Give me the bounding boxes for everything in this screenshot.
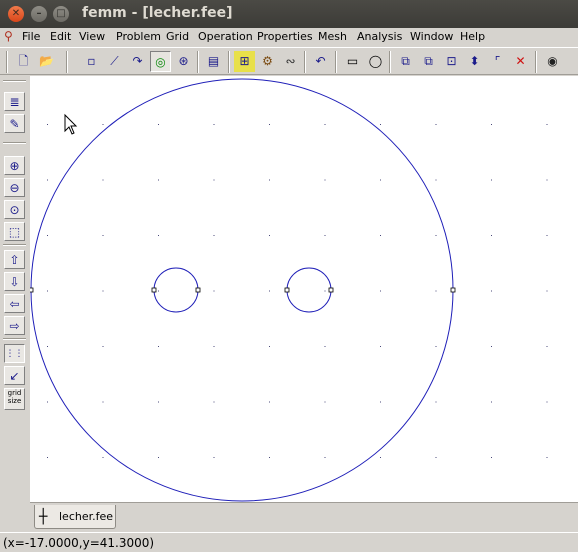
node-mode-icon[interactable]: ▫ (81, 51, 102, 72)
menu-bar: ⚲ File Edit View Problem Grid Operation … (0, 28, 578, 46)
left-toolbar: ≣ ✎ ⊕ ⊖ ⊙ ⬚ ⇧ ⇩ ⇦ ⇨ ⋮⋮ ↙ grid size (0, 76, 30, 502)
coordinate-readout: (x=-17.0000,y=41.3000) (3, 536, 155, 550)
app-pin-icon: ⚲ (4, 29, 13, 43)
document-tab-strip: ┼ lecher.fee (30, 502, 578, 530)
toolbar-separator (335, 51, 337, 73)
create-open-boundary-icon[interactable]: ◉ (542, 51, 563, 72)
view-results-icon[interactable]: ∾ (280, 51, 301, 72)
edit-props-icon[interactable]: ✎ (4, 114, 25, 133)
select-window-icon[interactable]: ▭ (342, 51, 363, 72)
mirror-icon[interactable]: ⬍ (464, 51, 485, 72)
menu-edit[interactable]: Edit (50, 30, 71, 43)
undo-icon[interactable]: ↶ (310, 51, 331, 72)
pan-left-icon[interactable]: ⇦ (4, 294, 25, 313)
geometry-view[interactable] (30, 76, 578, 502)
fillet-icon[interactable]: ⌜ (487, 51, 508, 72)
drawing-canvas[interactable] (30, 76, 578, 502)
menu-file[interactable]: File (22, 30, 40, 43)
arc-segment-mode-icon[interactable]: ↷ (127, 51, 148, 72)
mouse-cursor-icon (64, 113, 78, 135)
menu-analysis[interactable]: Analysis (357, 30, 402, 43)
pan-down-icon[interactable]: ⇩ (4, 272, 25, 291)
delete-icon[interactable]: ✕ (510, 51, 531, 72)
open-folder-icon[interactable]: 📂 (36, 51, 57, 72)
menu-problem[interactable]: Problem (116, 30, 161, 43)
window-close-button[interactable]: ✕ (8, 6, 24, 22)
geometry-node[interactable] (30, 287, 34, 293)
menu-window[interactable]: Window (410, 30, 453, 43)
toolbar-separator (389, 51, 391, 73)
window-maximize-button[interactable]: □ (53, 6, 69, 22)
menu-view[interactable]: View (79, 30, 105, 43)
geometry-node[interactable] (328, 287, 334, 293)
toolbar-separator (3, 338, 26, 340)
geometry-node[interactable] (284, 287, 290, 293)
toolbar-separator (6, 51, 8, 73)
menu-mesh[interactable]: Mesh (318, 30, 347, 43)
show-names-icon[interactable]: ≣ (4, 92, 25, 111)
toolbar-separator (535, 51, 537, 73)
tab-label: lecher.fee (59, 510, 114, 523)
toolbar-separator (304, 51, 306, 73)
geometry-node[interactable] (195, 287, 201, 293)
mesh-generate-icon[interactable]: ⊞ (234, 51, 255, 72)
tab-lecher-fee[interactable]: ┼ lecher.fee (34, 505, 116, 529)
toolbar-separator (66, 51, 68, 73)
geometry-node[interactable] (450, 287, 456, 293)
status-bar: (x=-17.0000,y=41.3000) (0, 532, 578, 552)
segment-mode-icon[interactable]: ⟋ (104, 51, 125, 72)
toolbar-separator (197, 51, 199, 73)
toolbar-separator (3, 80, 26, 82)
zoom-natural-icon[interactable]: ⊙ (4, 200, 25, 219)
menu-help[interactable]: Help (460, 30, 485, 43)
run-analysis-icon[interactable]: ⚙ (257, 51, 278, 72)
group-mode-icon[interactable]: ⊛ (173, 51, 194, 72)
toolbar-separator (3, 142, 26, 144)
snap-grid-icon[interactable]: ↙ (4, 366, 25, 385)
menu-grid[interactable]: Grid (166, 30, 189, 43)
block-label-mode-icon[interactable]: ◎ (150, 51, 171, 72)
window-title: femm - [lecher.fee] (82, 5, 233, 21)
copy-icon[interactable]: ⧉ (395, 51, 416, 72)
pan-up-icon[interactable]: ⇧ (4, 250, 25, 269)
grid-size-button[interactable]: grid size (4, 388, 25, 410)
document-icon: ┼ (39, 509, 48, 525)
main-toolbar: 🗋 📂 ▫ ⟋ ↷ ◎ ⊛ ▤ ⊞ ⚙ ∾ ↶ ▭ ◯ ⧉ ⧉ ⊡ ⬍ ⌜ ✕ … (0, 47, 578, 75)
select-radius-icon[interactable]: ◯ (365, 51, 386, 72)
menu-operation[interactable]: Operation (198, 30, 253, 43)
zoom-window-icon[interactable]: ⬚ (4, 222, 25, 241)
outer-boundary-arc[interactable] (30, 78, 454, 502)
zoom-out-icon[interactable]: ⊖ (4, 178, 25, 197)
scale-icon[interactable]: ⊡ (441, 51, 462, 72)
toolbar-separator (228, 51, 230, 73)
menu-properties[interactable]: Properties (257, 30, 313, 43)
window-minimize-button[interactable]: – (31, 6, 47, 22)
zoom-in-icon[interactable]: ⊕ (4, 156, 25, 175)
pan-right-icon[interactable]: ⇨ (4, 316, 25, 335)
show-grid-icon[interactable]: ⋮⋮ (4, 344, 25, 363)
new-file-icon[interactable]: 🗋 (13, 51, 34, 72)
geometry-node[interactable] (151, 287, 157, 293)
grid-dots (47, 124, 548, 458)
move-icon[interactable]: ⧉ (418, 51, 439, 72)
problem-definition-icon[interactable]: ▤ (203, 51, 224, 72)
title-bar: ✕ – □ femm - [lecher.fee] (0, 0, 578, 28)
toolbar-separator (3, 244, 26, 246)
left-conductor-arc[interactable] (153, 267, 199, 313)
right-conductor-arc[interactable] (286, 267, 332, 313)
